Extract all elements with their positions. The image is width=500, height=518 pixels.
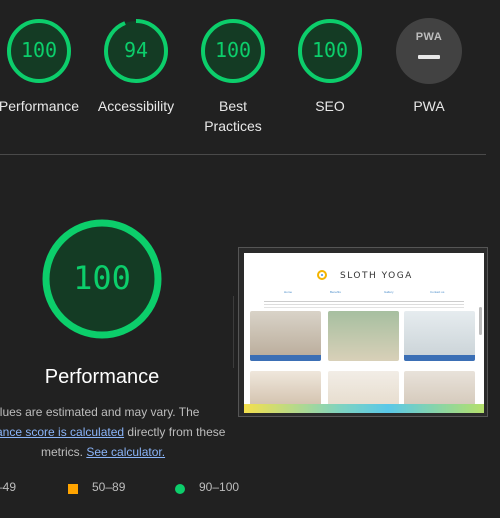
average-square-icon [68, 484, 78, 494]
legend-average-label: 50–89 [92, 480, 126, 494]
best-practices-score: 100 [214, 38, 252, 62]
site-footer [244, 404, 484, 413]
gallery-photo [404, 311, 475, 361]
seo-gauge[interactable]: 100 [297, 18, 363, 84]
main-performance-title: Performance [44, 366, 160, 388]
dash-icon [418, 55, 440, 59]
note-line-2: mance score is calculated directly from … [0, 422, 225, 442]
site-title: SLOTH YOGA [340, 271, 413, 281]
seo-score: 100 [311, 38, 349, 62]
gallery-photo [250, 311, 321, 361]
gallery-photo [328, 311, 399, 361]
divider [0, 154, 486, 155]
accessibility-gauge[interactable]: 94 [103, 18, 169, 84]
best-practices-gauge[interactable]: 100 [200, 18, 266, 84]
accessibility-score: 94 [123, 38, 149, 62]
site-nav-contact: Contact us [430, 290, 445, 294]
site-nav-benefits: Benefits [330, 290, 341, 294]
note-line-3-text: metrics. [41, 445, 87, 459]
site-logo-icon [317, 270, 327, 280]
performance-gauge[interactable]: 100 [6, 18, 72, 84]
main-performance-gauge: 100 [42, 219, 162, 339]
site-nav-gallery: Gallery [384, 290, 394, 294]
best-practices-label-line1: Best [218, 98, 247, 114]
performance-label[interactable]: Performance [0, 96, 94, 116]
performance-score: 100 [20, 38, 58, 62]
note-line-2-text: directly from these [124, 425, 226, 439]
note-line-3: metrics. See calculator. [41, 442, 165, 462]
screenshot-page: SLOTH YOGA Home Benefits Gallery Contact… [244, 253, 484, 413]
pwa-label[interactable]: PWA [374, 96, 484, 116]
best-practices-label[interactable]: Best Practices [178, 96, 288, 136]
site-nav-home: Home [284, 290, 293, 294]
note-line-1: Values are estimated and may vary. The [0, 405, 200, 419]
legend-pass-label: 90–100 [199, 480, 240, 494]
scrollbar [479, 307, 482, 335]
legend-fail-label: –49 [0, 480, 17, 494]
score-calculated-link[interactable]: mance score is calculated [0, 425, 124, 439]
best-practices-label-line2: Practices [204, 118, 262, 134]
vertical-divider [233, 296, 234, 368]
final-screenshot[interactable]: SLOTH YOGA Home Benefits Gallery Contact… [238, 247, 488, 417]
site-intro-text [264, 301, 464, 302]
accessibility-label[interactable]: Accessibility [81, 96, 191, 116]
pass-circle-icon [175, 484, 185, 494]
seo-label[interactable]: SEO [275, 96, 385, 116]
pwa-badge-text: PWA [415, 31, 443, 43]
pwa-badge[interactable]: PWA [396, 18, 462, 84]
see-calculator-link[interactable]: See calculator. [86, 445, 165, 459]
main-performance-score: 100 [73, 259, 131, 297]
